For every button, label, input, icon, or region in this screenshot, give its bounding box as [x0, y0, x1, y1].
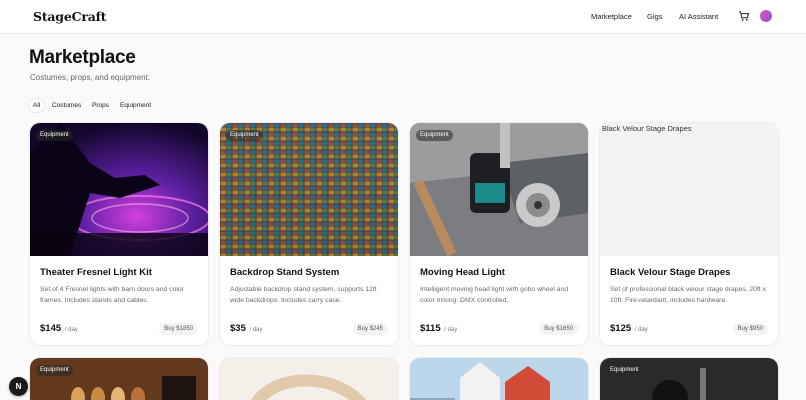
- cart-icon[interactable]: [737, 9, 751, 23]
- buy-button[interactable]: Buy $950: [732, 323, 768, 335]
- product-description: Set of 4 Fresnel lights with barn doors …: [40, 286, 184, 304]
- product-card[interactable]: [220, 358, 398, 400]
- buy-button[interactable]: Buy $245: [352, 323, 388, 335]
- filter-all[interactable]: All: [29, 99, 45, 112]
- rental-price: $125 / day: [610, 323, 648, 334]
- product-image: Equipment: [410, 123, 588, 256]
- product-card[interactable]: Equipment Moving Head Light Intelligent …: [410, 123, 588, 345]
- product-image-broken: Black Velour Stage Drapes: [600, 123, 778, 256]
- category-badge: Equipment: [36, 130, 73, 141]
- filter-props[interactable]: Props: [88, 99, 113, 112]
- assistant-fab-button[interactable]: N: [9, 377, 28, 396]
- product-image: [220, 358, 398, 400]
- nav-ai-assistant[interactable]: AI Assistant: [679, 12, 718, 21]
- product-image: Equipment: [220, 123, 398, 256]
- page-subtitle: Costumes, props, and equipment.: [30, 73, 151, 82]
- product-description: Adjustable backdrop stand system, suppor…: [230, 286, 377, 304]
- brand-logo[interactable]: StageCraft: [33, 9, 107, 24]
- category-badge: Equipment: [36, 365, 73, 376]
- product-title: Backdrop Stand System: [230, 267, 340, 278]
- rental-price: $145 / day: [40, 323, 78, 334]
- page-title: Marketplace: [29, 47, 136, 68]
- product-title: Moving Head Light: [420, 267, 505, 278]
- product-card[interactable]: Equipment: [30, 358, 208, 400]
- product-image: [410, 358, 588, 400]
- user-avatar[interactable]: [760, 10, 772, 22]
- buy-button[interactable]: Buy $1650: [539, 323, 578, 335]
- image-alt-text: Black Velour Stage Drapes: [602, 124, 692, 133]
- nav-gigs[interactable]: Gigs: [647, 12, 662, 21]
- product-card[interactable]: Equipment Theater Fresnel Light Kit Set …: [30, 123, 208, 345]
- nav-marketplace[interactable]: Marketplace: [591, 12, 632, 21]
- product-title: Theater Fresnel Light Kit: [40, 267, 152, 278]
- category-badge: Equipment: [416, 130, 453, 141]
- product-card[interactable]: Equipment Backdrop Stand System Adjustab…: [220, 123, 398, 345]
- category-badge: Equipment: [226, 130, 263, 141]
- product-title: Black Velour Stage Drapes: [610, 267, 731, 278]
- rental-price: $115 / day: [420, 323, 458, 334]
- product-card[interactable]: Equipment: [600, 358, 778, 400]
- top-navbar: StageCraft Marketplace Gigs AI Assistant: [0, 0, 806, 34]
- rental-price: $35 / day: [230, 323, 263, 334]
- category-badge: Equipment: [606, 365, 643, 376]
- product-image: Equipment: [30, 123, 208, 256]
- product-card[interactable]: [410, 358, 588, 400]
- buy-button[interactable]: Buy $1850: [159, 323, 198, 335]
- product-description: Set of professional black velour stage d…: [610, 286, 767, 304]
- filter-costumes[interactable]: Costumes: [48, 99, 85, 112]
- product-description: Intelligent moving head light with gobo …: [420, 286, 569, 304]
- filter-equipment[interactable]: Equipment: [116, 99, 155, 112]
- product-card[interactable]: Black Velour Stage Drapes Black Velour S…: [600, 123, 778, 345]
